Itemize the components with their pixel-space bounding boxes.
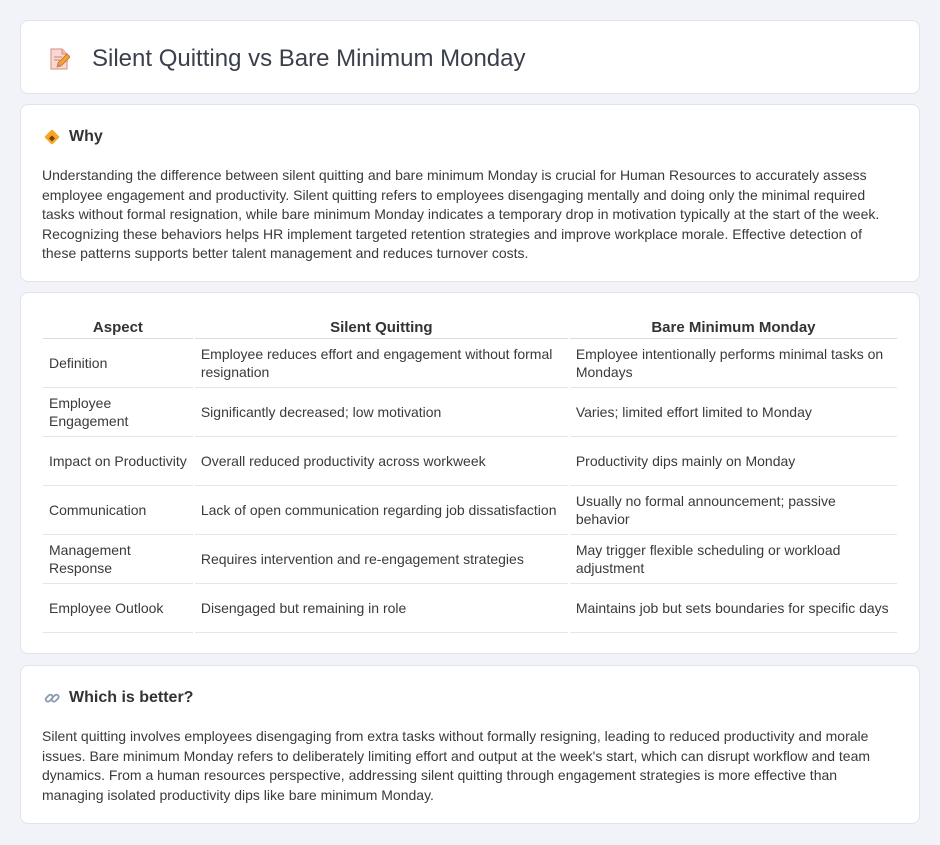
- bare-minimum-monday-cell: May trigger flexible scheduling or workl…: [569, 535, 897, 584]
- why-heading-row: ◆ Why: [43, 128, 103, 146]
- aspect-cell: Communication: [43, 486, 193, 535]
- bare-minimum-monday-cell: Employee intentionally performs minimal …: [569, 339, 897, 388]
- diamond-warning-icon: ◆: [43, 128, 61, 146]
- table-row: Employee Outlook Disengaged but remainin…: [43, 584, 897, 633]
- comparison-section: Aspect Silent Quitting Bare Minimum Mond…: [20, 292, 920, 654]
- why-heading: Why: [69, 128, 103, 145]
- aspect-cell: Employee Engagement: [43, 388, 193, 437]
- bare-minimum-monday-cell: Varies; limited effort limited to Monday: [569, 388, 897, 437]
- column-header: Silent Quitting: [194, 315, 568, 339]
- why-text: Understanding the difference between sil…: [42, 167, 880, 262]
- silent-quitting-cell: Disengaged but remaining in role: [194, 584, 568, 633]
- silent-quitting-cell: Employee reduces effort and engagement w…: [194, 339, 568, 388]
- bare-minimum-monday-cell: Productivity dips mainly on Monday: [569, 437, 897, 486]
- header-card: Silent Quitting vs Bare Minimum Monday: [20, 20, 920, 94]
- table-row: Communication Lack of open communication…: [43, 486, 897, 535]
- aspect-cell: Impact on Productivity: [43, 437, 193, 486]
- bare-minimum-monday-cell: Usually no formal announcement; passive …: [569, 486, 897, 535]
- comparison-table: Aspect Silent Quitting Bare Minimum Mond…: [41, 315, 899, 633]
- silent-quitting-cell: Significantly decreased; low motivation: [194, 388, 568, 437]
- aspect-cell: Management Response: [43, 535, 193, 584]
- silent-quitting-cell: Overall reduced productivity across work…: [194, 437, 568, 486]
- why-section: ◆ Why Understanding the difference betwe…: [20, 104, 920, 282]
- better-heading-row: Which is better?: [43, 689, 193, 707]
- document-pencil-icon: [50, 48, 70, 70]
- table-header-row: Aspect Silent Quitting Bare Minimum Mond…: [43, 315, 897, 339]
- svg-text:◆: ◆: [49, 134, 56, 143]
- bare-minimum-monday-cell: Maintains job but sets boundaries for sp…: [569, 584, 897, 633]
- page-title: Silent Quitting vs Bare Minimum Monday: [92, 45, 526, 72]
- better-heading: Which is better?: [69, 689, 194, 706]
- table-row: Employee Engagement Significantly decrea…: [43, 388, 897, 437]
- table-row: Definition Employee reduces effort and e…: [43, 339, 897, 388]
- link-icon: [43, 689, 61, 707]
- column-header: Bare Minimum Monday: [569, 315, 897, 339]
- better-text: Silent quitting involves employees disen…: [42, 728, 871, 803]
- table-row: Management Response Requires interventio…: [43, 535, 897, 584]
- column-header: Aspect: [43, 315, 193, 339]
- silent-quitting-cell: Requires intervention and re-engagement …: [194, 535, 568, 584]
- aspect-cell: Employee Outlook: [43, 584, 193, 633]
- silent-quitting-cell: Lack of open communication regarding job…: [194, 486, 568, 535]
- table-row: Impact on Productivity Overall reduced p…: [43, 437, 897, 486]
- aspect-cell: Definition: [43, 339, 193, 388]
- which-is-better-section: Which is better? Silent quitting involve…: [20, 665, 920, 824]
